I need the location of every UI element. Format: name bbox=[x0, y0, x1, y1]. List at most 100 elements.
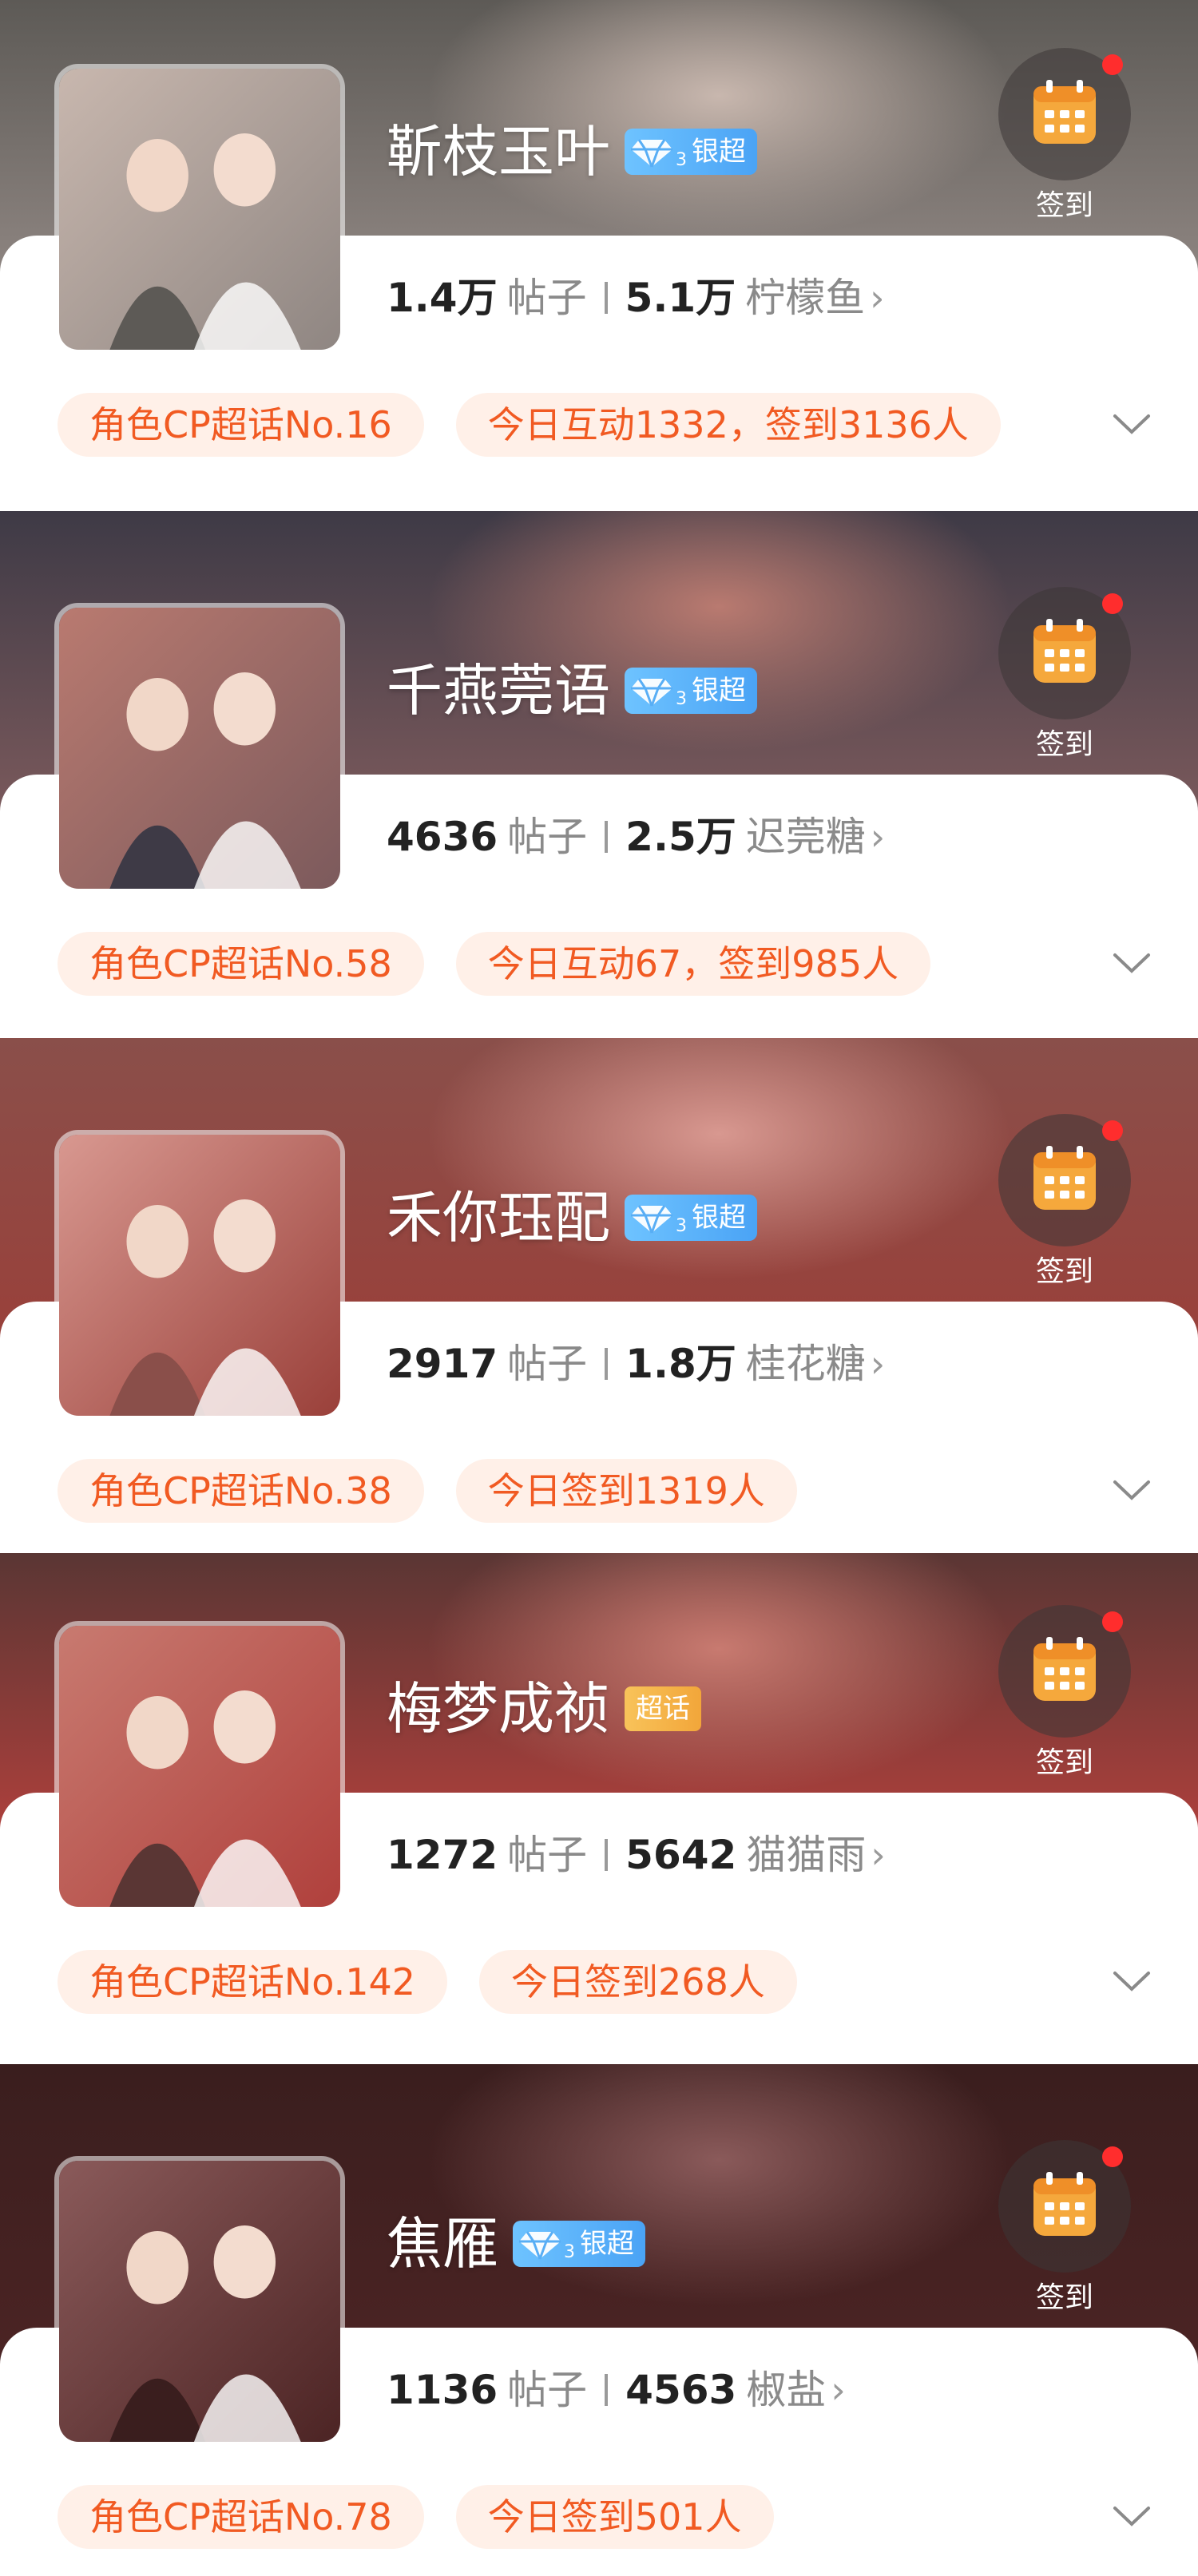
checkin-label: 签到 bbox=[1035, 1255, 1093, 1288]
notification-dot bbox=[1102, 593, 1123, 614]
svg-text:3: 3 bbox=[676, 1216, 687, 1236]
calendar-icon bbox=[1033, 1637, 1096, 1701]
calendar-icon bbox=[1033, 1146, 1096, 1210]
checkin-label: 签到 bbox=[1035, 1746, 1093, 1779]
topic-stats[interactable]: 1.4万 帖子 5.1万 柠檬鱼 › bbox=[387, 270, 885, 326]
activity-tag[interactable]: 今日签到268人 bbox=[479, 1950, 797, 2014]
svg-text:3: 3 bbox=[676, 150, 687, 170]
stats-divider bbox=[605, 1839, 609, 1871]
checkin-button[interactable]: 签到 bbox=[998, 587, 1131, 763]
rank-tag[interactable]: 角色CP超话No.38 bbox=[58, 1459, 424, 1523]
chevron-right-icon: › bbox=[871, 1833, 886, 1877]
topic-name[interactable]: 千燕莞语 bbox=[387, 655, 610, 727]
post-count: 1272 bbox=[387, 1832, 498, 1878]
fan-group-name[interactable]: 柠檬鱼 bbox=[745, 270, 865, 326]
checkin-label: 签到 bbox=[1035, 2281, 1093, 2314]
topic-cover-image[interactable] bbox=[54, 1130, 345, 1421]
svg-text:3: 3 bbox=[564, 2242, 575, 2262]
activity-tag[interactable]: 今日互动67，签到985人 bbox=[455, 932, 931, 996]
topic-name[interactable]: 禾你珏配 bbox=[387, 1182, 610, 1254]
notification-dot bbox=[1102, 2146, 1123, 2167]
fan-group-name[interactable]: 猫猫雨 bbox=[746, 1827, 866, 1883]
fan-count: 2.5万 bbox=[625, 814, 736, 860]
checkin-button[interactable]: 签到 bbox=[998, 48, 1131, 224]
chevron-down-icon[interactable] bbox=[1112, 413, 1152, 437]
diamond-icon: 3 bbox=[631, 678, 687, 709]
post-count: 4636 bbox=[387, 814, 498, 860]
fan-group-name[interactable]: 桂花糖 bbox=[746, 1336, 866, 1392]
notification-dot bbox=[1102, 1611, 1123, 1632]
calendar-icon bbox=[1033, 2172, 1096, 2236]
rank-tag[interactable]: 角色CP超话No.78 bbox=[58, 2485, 424, 2549]
chevron-down-icon[interactable] bbox=[1112, 1479, 1152, 1503]
checkin-button[interactable]: 签到 bbox=[998, 1114, 1131, 1290]
checkin-circle[interactable] bbox=[998, 587, 1131, 719]
rank-tag[interactable]: 角色CP超话No.58 bbox=[58, 932, 424, 996]
topic-title[interactable]: 焦雁 3 银超 bbox=[387, 2208, 645, 2280]
checkin-circle[interactable] bbox=[998, 1605, 1131, 1738]
topic-cover-image[interactable] bbox=[54, 2156, 345, 2447]
post-unit-label: 帖子 bbox=[507, 2367, 588, 2413]
chevron-right-icon: › bbox=[870, 815, 886, 858]
rank-tag[interactable]: 角色CP超话No.16 bbox=[58, 393, 424, 457]
topic-title[interactable]: 梅梦成祯 超话 bbox=[387, 1673, 701, 1745]
cover-photo-placeholder bbox=[59, 608, 340, 889]
stats-divider bbox=[605, 821, 609, 853]
diamond-icon: 3 bbox=[631, 139, 687, 170]
fan-group-name[interactable]: 迟莞糖 bbox=[746, 809, 866, 865]
topic-title[interactable]: 千燕莞语 3 银超 bbox=[387, 655, 757, 727]
topic-name[interactable]: 梅梦成祯 bbox=[387, 1673, 610, 1745]
supertopic-card[interactable]: 禾你珏配 3 银超签到 2917 帖子 1.8万 桂花糖 › 角色CP超话No.38 今日签到13… bbox=[0, 1038, 1198, 1553]
fan-count: 5.1万 bbox=[625, 275, 736, 321]
diamond-icon: 3 bbox=[631, 1205, 687, 1236]
post-count: 2917 bbox=[387, 1341, 498, 1387]
post-unit-label: 帖子 bbox=[506, 275, 587, 321]
topic-cover-image[interactable] bbox=[54, 1621, 345, 1912]
diamond-icon: 3 bbox=[519, 2231, 575, 2262]
activity-tag[interactable]: 今日互动1332，签到3136人 bbox=[455, 393, 1001, 457]
topic-name[interactable]: 靳枝玉叶 bbox=[387, 116, 610, 188]
chevron-down-icon[interactable] bbox=[1112, 1970, 1152, 1994]
chevron-down-icon[interactable] bbox=[1112, 2505, 1152, 2529]
chevron-right-icon: › bbox=[831, 2368, 846, 2412]
badge-label: 银超 bbox=[692, 1202, 746, 1234]
checkin-circle[interactable] bbox=[998, 48, 1131, 180]
topic-cover-image[interactable] bbox=[54, 603, 345, 894]
calendar-icon bbox=[1033, 619, 1096, 683]
topic-stats[interactable]: 1272 帖子 5642 猫猫雨 › bbox=[387, 1827, 886, 1883]
topic-cover-image[interactable] bbox=[54, 64, 345, 355]
badge-label: 银超 bbox=[580, 2228, 634, 2260]
topic-stats[interactable]: 2917 帖子 1.8万 桂花糖 › bbox=[387, 1336, 885, 1392]
topic-stats[interactable]: 1136 帖子 4563 椒盐 › bbox=[387, 2362, 846, 2418]
supertopic-card[interactable]: 焦雁 3 银超签到 1136 帖子 4563 椒盐 › 角色CP超话No.78 今日签到501人 bbox=[0, 2064, 1198, 2576]
notification-dot bbox=[1102, 54, 1123, 75]
activity-tag[interactable]: 今日签到501人 bbox=[455, 2485, 774, 2549]
checkin-button[interactable]: 签到 bbox=[998, 2140, 1131, 2316]
checkin-button[interactable]: 签到 bbox=[998, 1605, 1131, 1781]
chevron-right-icon: › bbox=[870, 276, 885, 319]
post-count: 1.4万 bbox=[387, 275, 498, 321]
checkin-circle[interactable] bbox=[998, 2140, 1131, 2273]
topic-title[interactable]: 靳枝玉叶 3 银超 bbox=[387, 116, 757, 188]
super-topic-badge: 超话 bbox=[625, 1686, 701, 1731]
cover-photo-placeholder bbox=[59, 1626, 340, 1907]
post-unit-label: 帖子 bbox=[507, 1832, 588, 1878]
topic-title[interactable]: 禾你珏配 3 银超 bbox=[387, 1182, 757, 1254]
activity-tag[interactable]: 今日签到1319人 bbox=[455, 1459, 797, 1523]
fan-group-name[interactable]: 椒盐 bbox=[746, 2362, 826, 2418]
topic-name[interactable]: 焦雁 bbox=[387, 2208, 498, 2280]
cover-photo-placeholder bbox=[59, 69, 340, 350]
checkin-circle[interactable] bbox=[998, 1114, 1131, 1246]
stats-divider bbox=[604, 282, 608, 314]
chevron-down-icon[interactable] bbox=[1112, 952, 1152, 976]
supertopic-card[interactable]: 梅梦成祯 超话签到 1272 帖子 5642 猫猫雨 › 角色CP超话No.142 今日签到26… bbox=[0, 1553, 1198, 2064]
rank-tag[interactable]: 角色CP超话No.142 bbox=[58, 1950, 448, 2014]
topic-stats[interactable]: 4636 帖子 2.5万 迟莞糖 › bbox=[387, 809, 885, 865]
stats-divider bbox=[605, 1348, 609, 1380]
post-unit-label: 帖子 bbox=[507, 1341, 588, 1387]
supertopic-card[interactable]: 千燕莞语 3 银超 签到 4636 帖子 2.5万 迟莞糖 › 角色CP超话No.58 今日互动67… bbox=[0, 511, 1198, 1038]
cover-photo-placeholder bbox=[59, 1135, 340, 1416]
post-count: 1136 bbox=[387, 2367, 498, 2413]
supertopic-card[interactable]: 靳枝玉叶 3 银超 签到 1.4万 帖子 5.1万 柠檬鱼 › 角色CP超话No.16 今日互动13… bbox=[0, 0, 1198, 511]
notification-dot bbox=[1102, 1120, 1123, 1141]
